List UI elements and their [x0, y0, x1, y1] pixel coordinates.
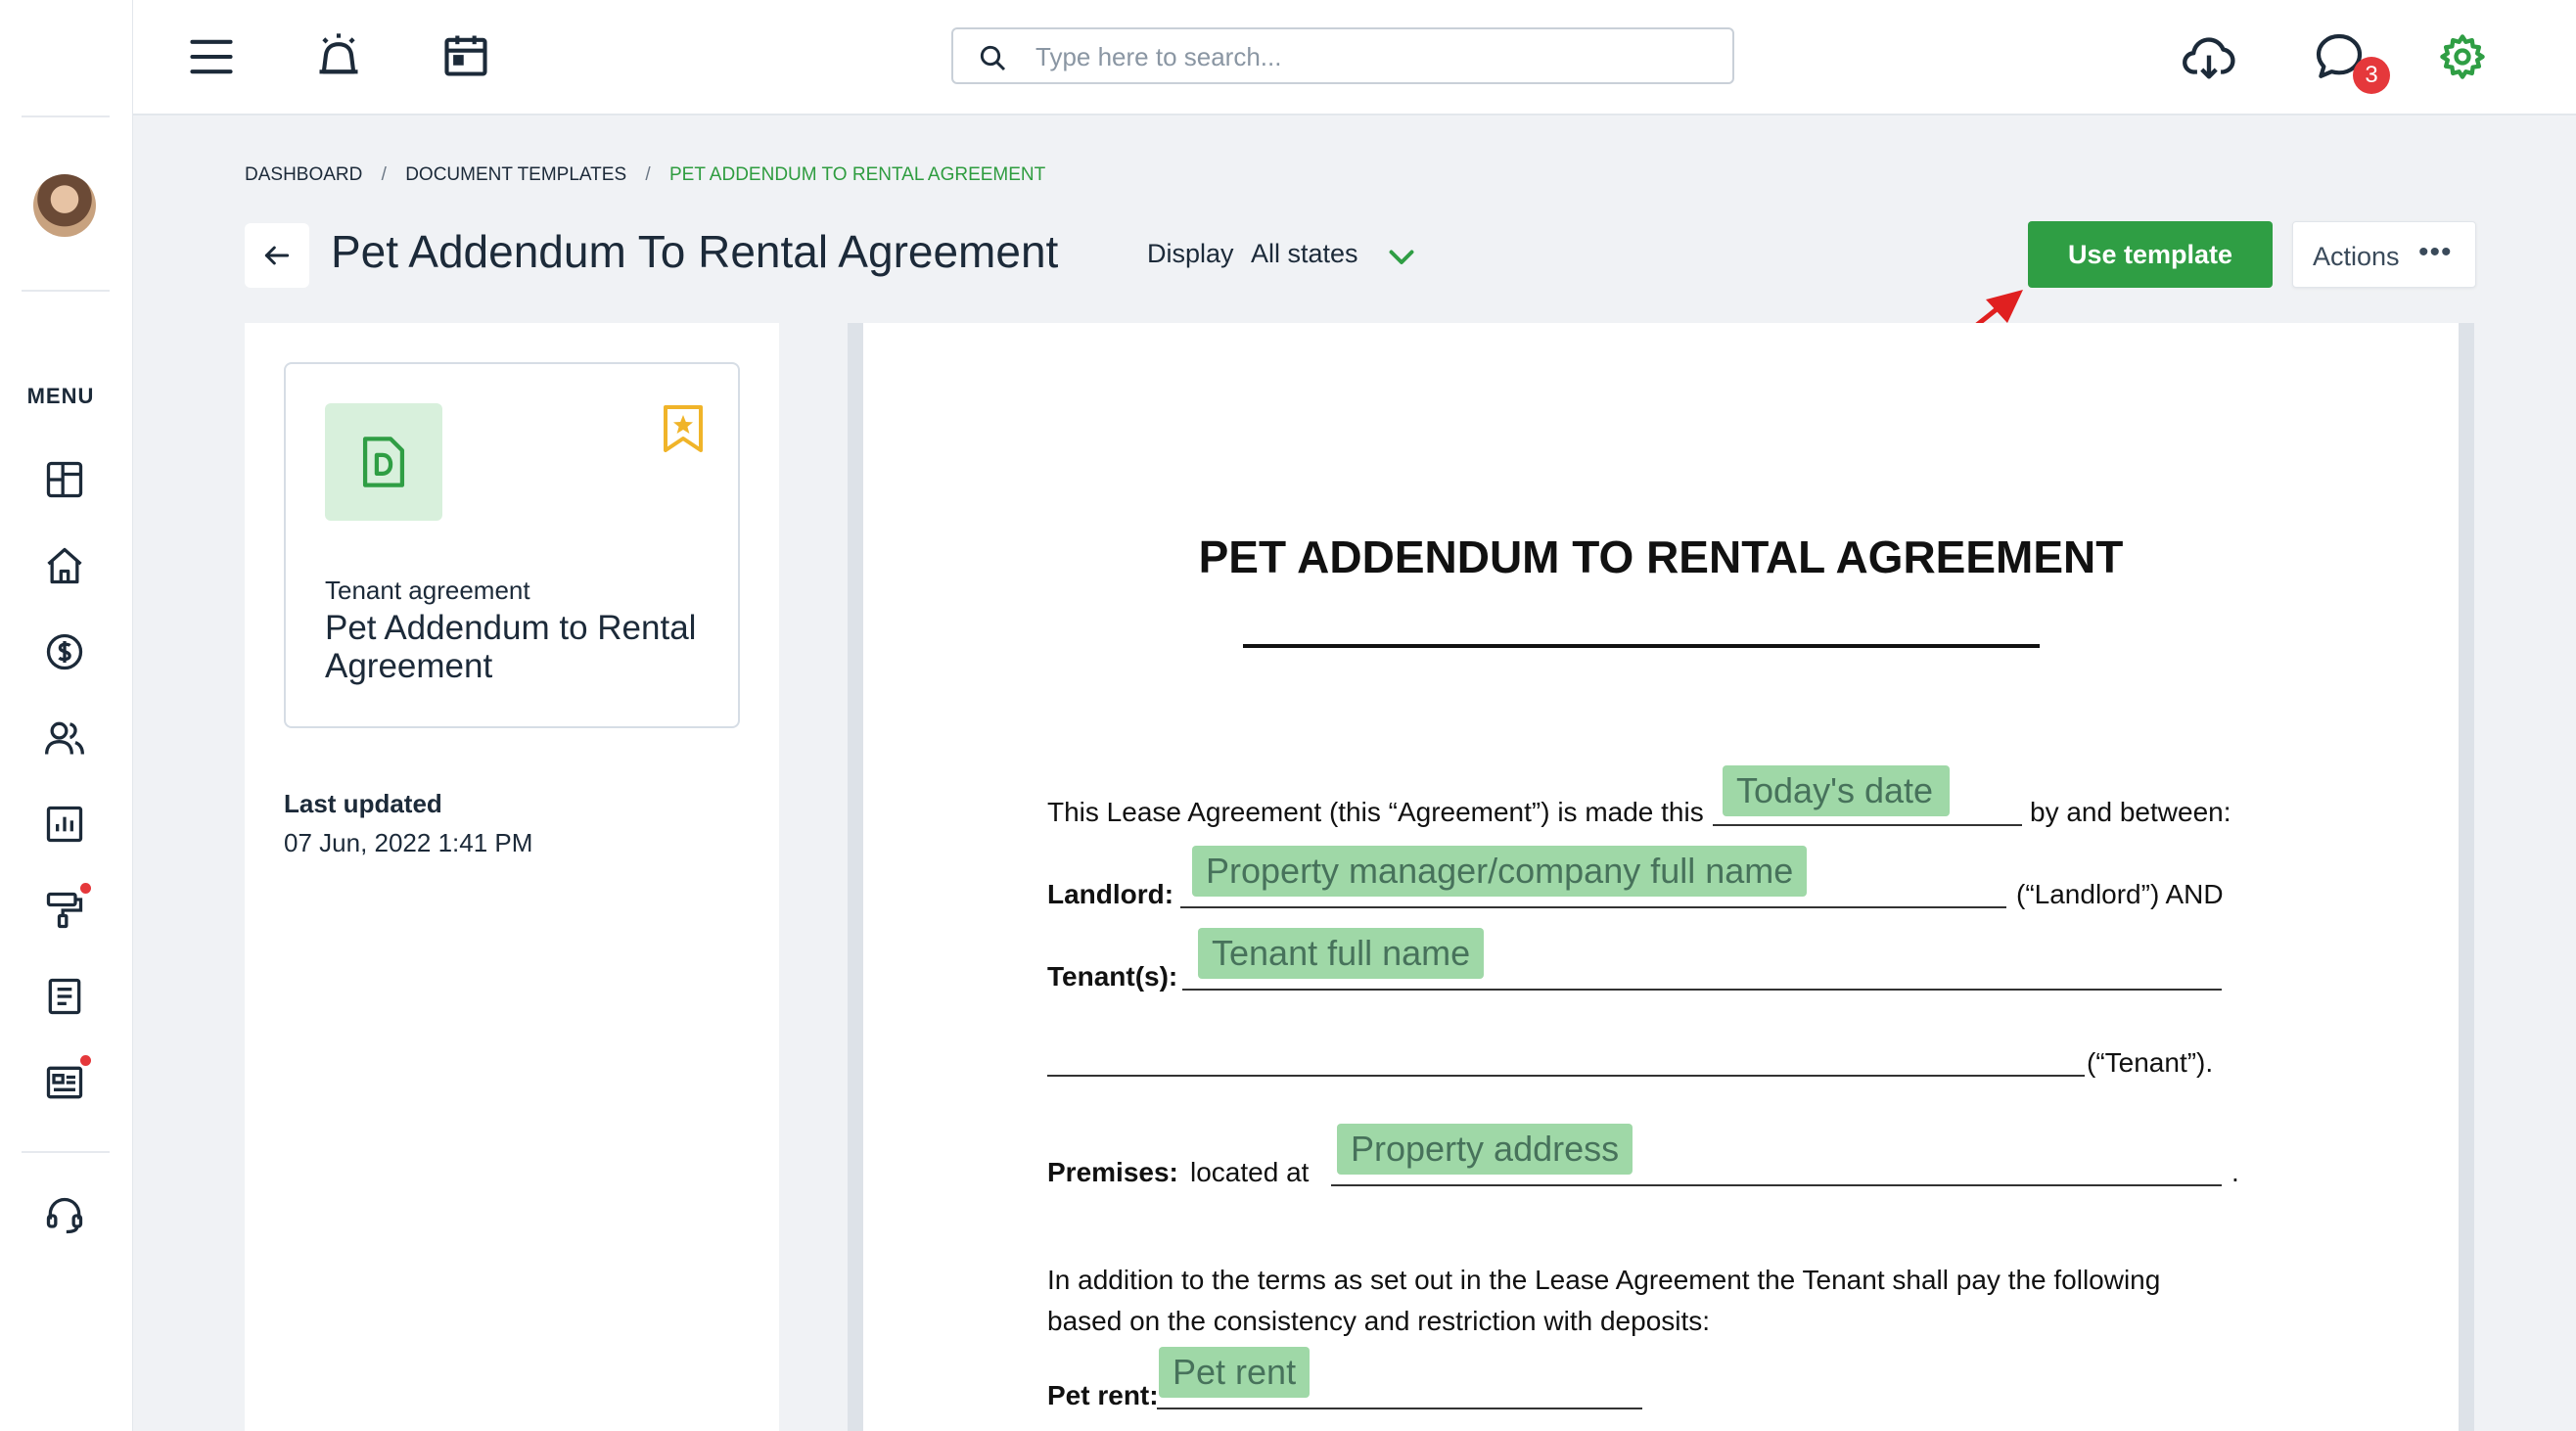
- top-bar: 3: [133, 0, 2576, 115]
- document-icon[interactable]: [43, 975, 86, 1018]
- landlord-tail: (“Landlord”) AND: [2016, 879, 2224, 909]
- page-title: Pet Addendum To Rental Agreement: [331, 226, 1059, 277]
- dashboard-icon[interactable]: [43, 458, 86, 501]
- menu-label: MENU: [26, 384, 95, 408]
- blank-line: [1180, 906, 2006, 908]
- notification-badge: 3: [2353, 57, 2390, 94]
- home-icon[interactable]: [43, 544, 86, 587]
- notification-dot: [80, 883, 91, 894]
- tenant-label: Tenant(s):: [1047, 961, 1178, 992]
- support-icon[interactable]: [43, 1194, 86, 1237]
- actions-button[interactable]: Actions •••: [2292, 221, 2476, 288]
- template-name: Pet Addendum to Rental Agreement: [325, 609, 697, 685]
- actions-label: Actions: [2313, 242, 2400, 271]
- maintenance-icon[interactable]: [43, 883, 91, 932]
- search-bar[interactable]: [951, 27, 1734, 84]
- notification-dot: [80, 1055, 91, 1066]
- intro-tail: by and between:: [2030, 797, 2231, 827]
- breadcrumb-item-document-templates[interactable]: DOCUMENT TEMPLATES: [405, 164, 626, 186]
- display-state-select[interactable]: All states: [1251, 239, 1358, 269]
- calendar-icon[interactable]: [440, 29, 491, 80]
- chevron-down-icon[interactable]: [1384, 239, 1419, 274]
- title-underline: [1243, 644, 2040, 648]
- breadcrumb-item-dashboard[interactable]: DASHBOARD: [245, 164, 362, 186]
- sidebar-divider: [22, 115, 110, 117]
- last-updated-value: 07 Jun, 2022 1:41 PM: [284, 828, 533, 857]
- alarm-icon[interactable]: [313, 29, 364, 80]
- back-button[interactable]: [245, 223, 309, 288]
- template-category: Tenant agreement: [325, 576, 530, 605]
- premises-label: Premises:: [1047, 1157, 1178, 1187]
- document-title: PET ADDENDUM TO RENTAL AGREEMENT: [1198, 531, 2124, 582]
- blank-line: [1182, 989, 2222, 991]
- breadcrumb: DASHBOARD / DOCUMENT TEMPLATES / PET ADD…: [245, 164, 1045, 186]
- listing-icon[interactable]: [43, 1055, 91, 1104]
- reports-icon[interactable]: [43, 803, 86, 846]
- document-preview: PET ADDENDUM TO RENTAL AGREEMENT This Le…: [848, 323, 2474, 1431]
- tenant-name-field[interactable]: Tenant full name: [1198, 928, 1485, 979]
- premises-text: located at: [1190, 1157, 1310, 1187]
- breadcrumb-separator: /: [381, 164, 387, 185]
- more-dots-icon: •••: [2418, 236, 2453, 268]
- landlord-label: Landlord:: [1047, 879, 1174, 909]
- blank-line: [1157, 1408, 1642, 1409]
- premises-tail: .: [2231, 1157, 2239, 1187]
- blank-line: [1047, 1075, 2085, 1077]
- cloud-download-icon[interactable]: [2181, 29, 2237, 86]
- people-icon[interactable]: [43, 716, 86, 760]
- bookmark-star-icon[interactable]: [662, 405, 705, 452]
- intro-text: This Lease Agreement (this “Agreement”) …: [1047, 797, 1704, 827]
- hamburger-menu-icon[interactable]: [186, 31, 237, 82]
- property-address-field[interactable]: Property address: [1337, 1124, 1633, 1175]
- document-page: PET ADDENDUM TO RENTAL AGREEMENT This Le…: [863, 323, 2459, 1431]
- sidebar-divider: [22, 1151, 110, 1153]
- sidebar: MENU: [0, 0, 133, 1431]
- terms-line-1: In addition to the terms as set out in t…: [1047, 1265, 2161, 1295]
- pet-rent-label: Pet rent:: [1047, 1380, 1159, 1410]
- template-info-panel: Tenant agreement Pet Addendum to Rental …: [245, 323, 779, 1431]
- todays-date-field[interactable]: Today's date: [1723, 765, 1950, 816]
- template-card[interactable]: Tenant agreement Pet Addendum to Rental …: [284, 362, 740, 728]
- tenant-tail: (“Tenant”).: [2087, 1047, 2214, 1078]
- dollar-icon[interactable]: [43, 630, 86, 673]
- blank-line: [1713, 824, 2022, 826]
- gear-icon[interactable]: [2437, 31, 2488, 82]
- breadcrumb-separator: /: [645, 164, 651, 185]
- template-thumbnail: [325, 403, 442, 521]
- arrow-left-icon: [264, 246, 290, 265]
- display-label: Display: [1147, 239, 1234, 268]
- use-template-button[interactable]: Use template: [2028, 221, 2273, 288]
- pet-rent-field[interactable]: Pet rent: [1159, 1347, 1311, 1398]
- landlord-name-field[interactable]: Property manager/company full name: [1192, 846, 1808, 897]
- terms-line-2: based on the consistency and restriction…: [1047, 1306, 1711, 1336]
- breadcrumb-item-current: PET ADDENDUM TO RENTAL AGREEMENT: [668, 164, 1046, 185]
- avatar[interactable]: [33, 174, 96, 237]
- document-file-icon: [362, 437, 405, 487]
- sidebar-divider: [22, 290, 110, 292]
- blank-line: [1331, 1184, 2222, 1186]
- last-updated-label: Last updated: [284, 789, 442, 818]
- search-input[interactable]: [1035, 37, 1701, 76]
- search-icon: [980, 45, 1006, 71]
